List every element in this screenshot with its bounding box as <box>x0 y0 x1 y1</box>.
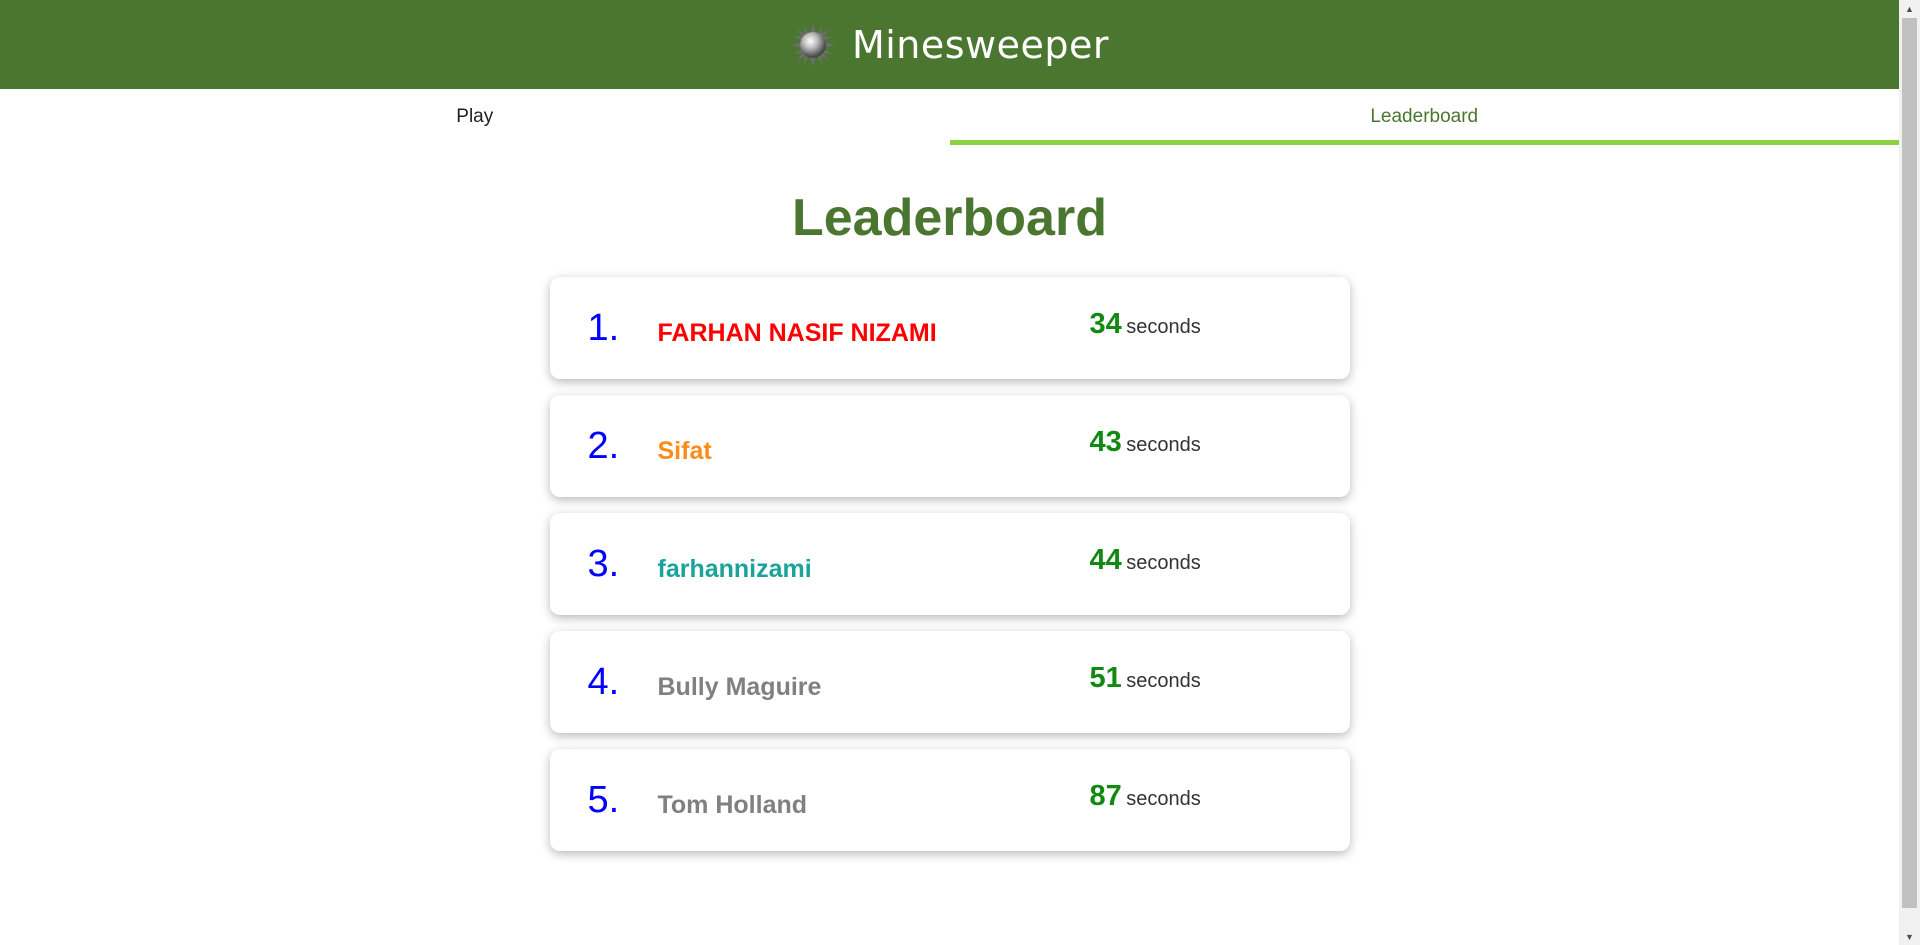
scroll-thumb[interactable] <box>1902 18 1917 908</box>
player-name: Bully Maguire <box>657 673 822 701</box>
rank-number: 3. <box>587 543 620 585</box>
time-unit: seconds <box>1126 670 1201 692</box>
player-name: Sifat <box>657 437 712 465</box>
time-value: 51 <box>1089 662 1122 694</box>
tab-leaderboard[interactable]: Leaderboard <box>949 89 1900 145</box>
app-root: Minesweeper Play Leaderboard Leaderboard… <box>0 0 1920 945</box>
time-record: 43 seconds <box>1090 426 1201 459</box>
player-name: farhannizami <box>657 555 812 583</box>
time-unit: seconds <box>1126 316 1201 338</box>
leaderboard-row: 2. Sifat 43 seconds <box>549 395 1350 497</box>
tab-bar: Play Leaderboard <box>0 89 1899 145</box>
time-value: 44 <box>1089 544 1122 576</box>
rank-number: 1. <box>587 307 620 349</box>
vertical-scrollbar[interactable]: ▲ ▼ <box>1899 0 1920 945</box>
rank-number: 2. <box>587 425 620 467</box>
time-record: 51 seconds <box>1090 662 1201 695</box>
mine-icon <box>790 22 835 67</box>
leaderboard-row: 1. FARHAN NASIF NIZAMI 34 seconds <box>549 277 1350 379</box>
tab-play[interactable]: Play <box>0 89 950 145</box>
time-unit: seconds <box>1126 552 1201 574</box>
time-value: 87 <box>1089 780 1122 812</box>
scroll-down-icon[interactable]: ▼ <box>1899 928 1920 945</box>
app-title: Minesweeper <box>851 22 1110 67</box>
leaderboard-list: 1. FARHAN NASIF NIZAMI 34 seconds 2. Sif… <box>549 277 1350 851</box>
time-value: 43 <box>1089 426 1122 458</box>
player-name: FARHAN NASIF NIZAMI <box>657 319 937 347</box>
time-unit: seconds <box>1126 788 1201 810</box>
time-unit: seconds <box>1126 434 1201 456</box>
time-record: 34 seconds <box>1090 308 1201 341</box>
scroll-up-icon[interactable]: ▲ <box>1899 0 1920 17</box>
time-record: 44 seconds <box>1090 544 1201 577</box>
leaderboard-row: 3. farhannizami 44 seconds <box>549 513 1350 615</box>
player-name: Tom Holland <box>657 791 808 819</box>
leaderboard-row: 5. Tom Holland 87 seconds <box>549 749 1350 851</box>
brand[interactable]: Minesweeper <box>790 22 1109 68</box>
rank-number: 5. <box>587 779 620 821</box>
leaderboard-row: 4. Bully Maguire 51 seconds <box>549 631 1350 733</box>
rank-number: 4. <box>587 661 620 703</box>
time-value: 34 <box>1089 308 1122 340</box>
page-title: Leaderboard <box>792 189 1107 247</box>
top-bar: Minesweeper <box>0 0 1899 89</box>
time-record: 87 seconds <box>1090 780 1201 813</box>
